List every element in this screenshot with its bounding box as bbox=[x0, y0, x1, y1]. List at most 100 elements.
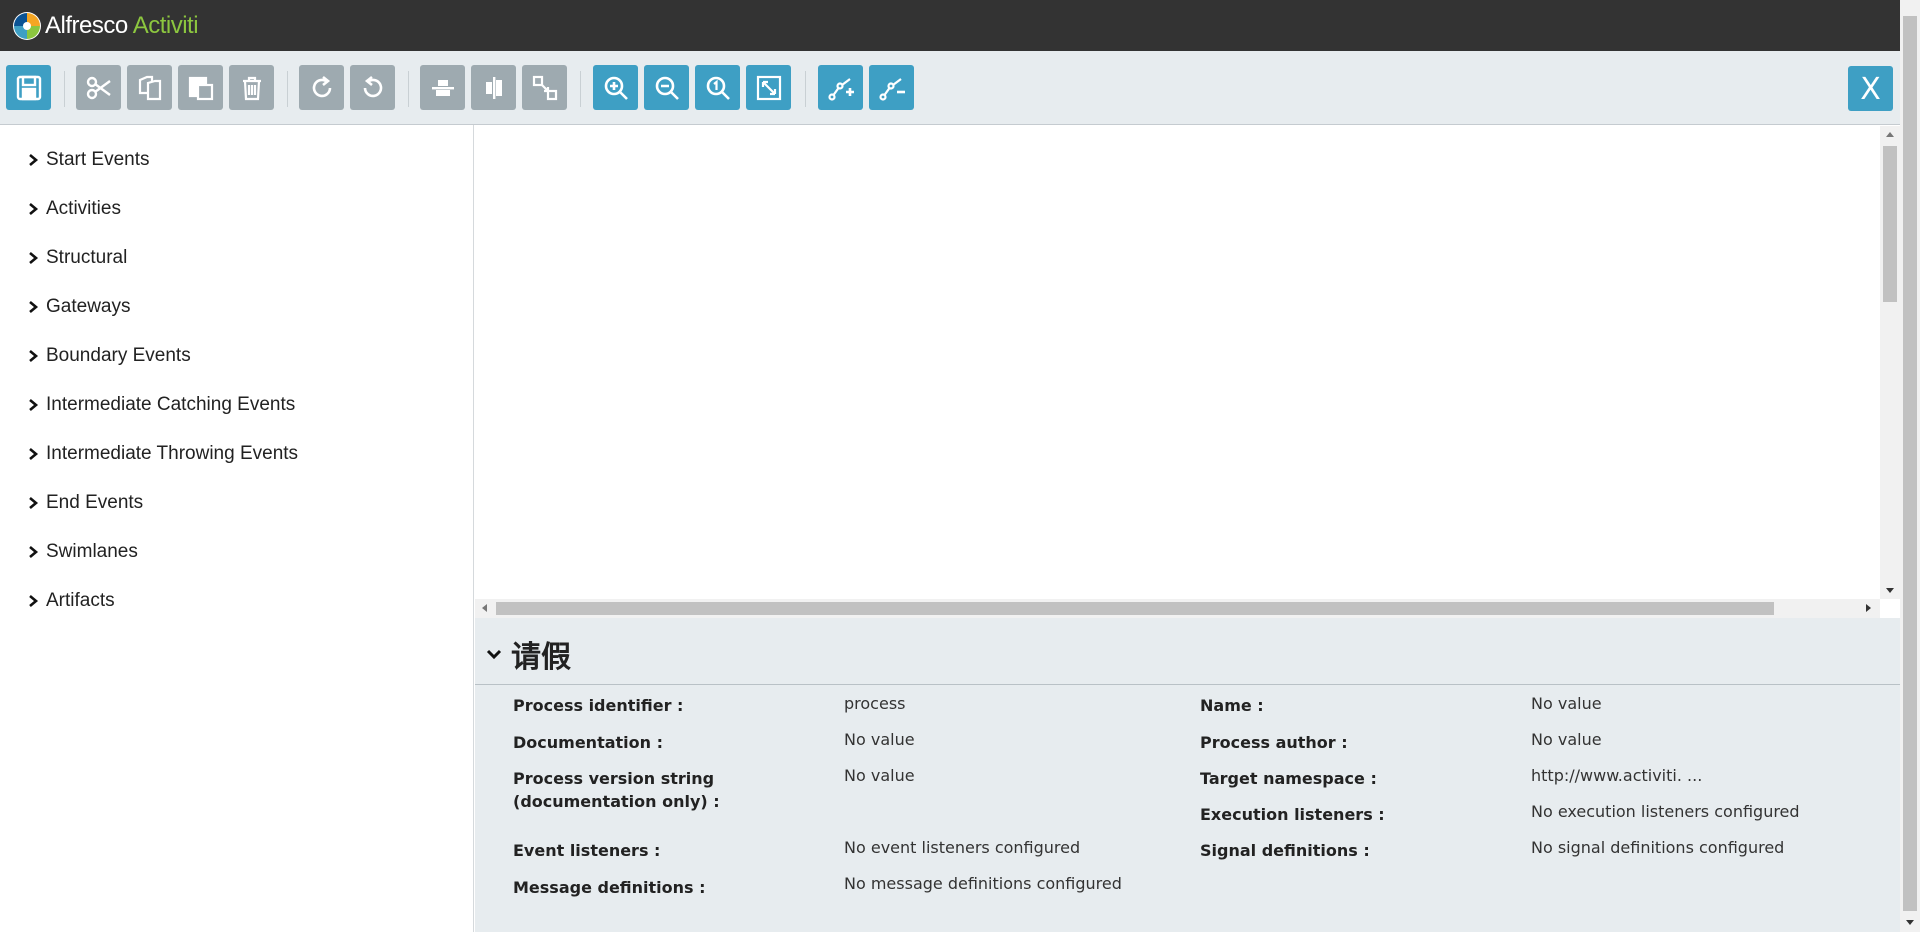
property-value[interactable]: http://www.activiti. ... bbox=[1531, 766, 1702, 786]
palette-group-intermediate-throwing-events[interactable]: Intermediate Throwing Events bbox=[26, 442, 298, 466]
scrollbar-thumb[interactable] bbox=[1883, 146, 1897, 302]
palette-group-boundary-events[interactable]: Boundary Events bbox=[26, 344, 191, 368]
property-value[interactable]: No value bbox=[1531, 694, 1602, 714]
redo-button[interactable] bbox=[299, 65, 344, 110]
property-label: Message definitions : bbox=[513, 878, 706, 897]
property-value[interactable]: No value bbox=[844, 730, 915, 750]
palette-group-activities[interactable]: Activities bbox=[26, 197, 121, 221]
palette-group-gateways[interactable]: Gateways bbox=[26, 295, 130, 319]
add-bendpoint-button[interactable] bbox=[818, 65, 863, 110]
undo-icon bbox=[363, 75, 382, 97]
align-horizontal-button[interactable] bbox=[471, 65, 516, 110]
property-value[interactable]: No event listeners configured bbox=[844, 838, 1080, 858]
property-label: Target namespace : bbox=[1200, 769, 1377, 788]
diagram-canvas[interactable] bbox=[475, 126, 1880, 599]
property-value[interactable]: No signal definitions configured bbox=[1531, 838, 1784, 858]
toolbar-separator bbox=[805, 71, 806, 107]
brand-name: Alfresco bbox=[45, 12, 128, 39]
editor-app: Alfresco Activiti X Start Events Activit… bbox=[0, 0, 1920, 932]
product-name: Activiti bbox=[132, 12, 199, 39]
palette-group-label: Activities bbox=[46, 198, 121, 219]
save-button[interactable] bbox=[6, 65, 51, 110]
palette-group-label: Gateways bbox=[46, 296, 131, 317]
palette-group-end-events[interactable]: End Events bbox=[26, 491, 143, 515]
add-bendpoint-icon bbox=[827, 77, 854, 101]
cut-button[interactable] bbox=[76, 65, 121, 110]
palette-group-label: Structural bbox=[46, 247, 128, 268]
property-label: Event listeners : bbox=[513, 841, 661, 860]
property-label: Process version string (documentation on… bbox=[513, 769, 720, 811]
toolbar-separator bbox=[64, 71, 65, 107]
page-vertical-scrollbar[interactable] bbox=[1900, 0, 1920, 932]
align-horizontal-icon bbox=[485, 76, 502, 99]
properties-panel: 请假 Process identifier : process Document… bbox=[475, 618, 1900, 932]
palette-group-start-events[interactable]: Start Events bbox=[26, 148, 150, 172]
property-label: Process author : bbox=[1200, 733, 1348, 752]
scroll-down-icon[interactable] bbox=[1886, 588, 1894, 593]
chevron-right-icon bbox=[29, 252, 39, 264]
chevron-right-icon bbox=[29, 595, 39, 607]
property-label: Documentation : bbox=[513, 733, 663, 752]
zoom-in-button[interactable] bbox=[593, 65, 638, 110]
toolbar-separator bbox=[580, 71, 581, 107]
align-vertical-icon bbox=[431, 79, 454, 96]
palette-group-label: End Events bbox=[46, 492, 144, 513]
zoom-actual-icon bbox=[706, 76, 730, 100]
palette-group-label: Artifacts bbox=[46, 590, 115, 611]
logo: Alfresco Activiti bbox=[12, 11, 199, 41]
remove-bendpoint-button[interactable] bbox=[869, 65, 914, 110]
scrollbar-thumb[interactable] bbox=[1903, 16, 1917, 911]
delete-button[interactable] bbox=[229, 65, 274, 110]
align-vertical-button[interactable] bbox=[420, 65, 465, 110]
zoom-out-button[interactable] bbox=[644, 65, 689, 110]
cut-icon bbox=[86, 76, 111, 99]
scroll-right-icon[interactable] bbox=[1866, 604, 1871, 612]
redo-icon bbox=[312, 75, 331, 97]
chevron-right-icon bbox=[29, 301, 39, 313]
same-size-button[interactable] bbox=[522, 65, 567, 110]
copy-button[interactable] bbox=[127, 65, 172, 110]
chevron-right-icon bbox=[29, 448, 39, 460]
property-label: Execution listeners : bbox=[1200, 805, 1385, 824]
alfresco-flower-icon bbox=[13, 12, 41, 40]
chevron-right-icon bbox=[29, 546, 39, 558]
remove-bendpoint-icon bbox=[878, 77, 905, 101]
property-value[interactable]: process bbox=[844, 694, 905, 714]
chevron-right-icon bbox=[29, 350, 39, 362]
zoom-actual-button[interactable] bbox=[695, 65, 740, 110]
property-label: Process identifier : bbox=[513, 696, 684, 715]
property-value[interactable]: No execution listeners configured bbox=[1531, 802, 1800, 822]
zoom-fit-icon bbox=[756, 75, 781, 100]
scrollbar-thumb[interactable] bbox=[496, 602, 1774, 615]
undo-button[interactable] bbox=[350, 65, 395, 110]
close-editor-button[interactable]: X bbox=[1848, 66, 1893, 111]
canvas-vertical-scrollbar[interactable] bbox=[1880, 126, 1900, 599]
palette-group-structural[interactable]: Structural bbox=[26, 246, 127, 270]
trash-icon bbox=[242, 76, 261, 100]
zoom-in-icon bbox=[604, 76, 628, 100]
palette-group-swimlanes[interactable]: Swimlanes bbox=[26, 540, 138, 564]
property-label: Name : bbox=[1200, 696, 1264, 715]
divider bbox=[475, 684, 1900, 685]
scroll-up-icon[interactable] bbox=[1886, 132, 1894, 137]
paste-icon bbox=[188, 76, 213, 100]
canvas-horizontal-scrollbar[interactable] bbox=[475, 599, 1880, 618]
chevron-right-icon bbox=[29, 203, 39, 215]
palette-group-intermediate-catching-events[interactable]: Intermediate Catching Events bbox=[26, 393, 295, 417]
property-value[interactable]: No message definitions configured bbox=[844, 874, 1122, 894]
property-value[interactable]: No value bbox=[1531, 730, 1602, 750]
shape-palette: Start Events Activities Structural Gatew… bbox=[0, 125, 474, 932]
palette-group-artifacts[interactable]: Artifacts bbox=[26, 589, 115, 613]
toolbar: X bbox=[0, 51, 1900, 125]
property-value[interactable]: No value bbox=[844, 766, 915, 786]
palette-group-label: Intermediate Throwing Events bbox=[46, 443, 299, 464]
toolbar-separator bbox=[287, 71, 288, 107]
paste-button[interactable] bbox=[178, 65, 223, 110]
scroll-down-icon[interactable] bbox=[1906, 920, 1914, 925]
zoom-fit-button[interactable] bbox=[746, 65, 791, 110]
chevron-right-icon bbox=[29, 154, 39, 166]
properties-header[interactable]: 请假 bbox=[485, 632, 571, 676]
copy-icon bbox=[138, 75, 161, 100]
scroll-left-icon[interactable] bbox=[482, 604, 487, 612]
palette-group-label: Boundary Events bbox=[46, 345, 191, 366]
